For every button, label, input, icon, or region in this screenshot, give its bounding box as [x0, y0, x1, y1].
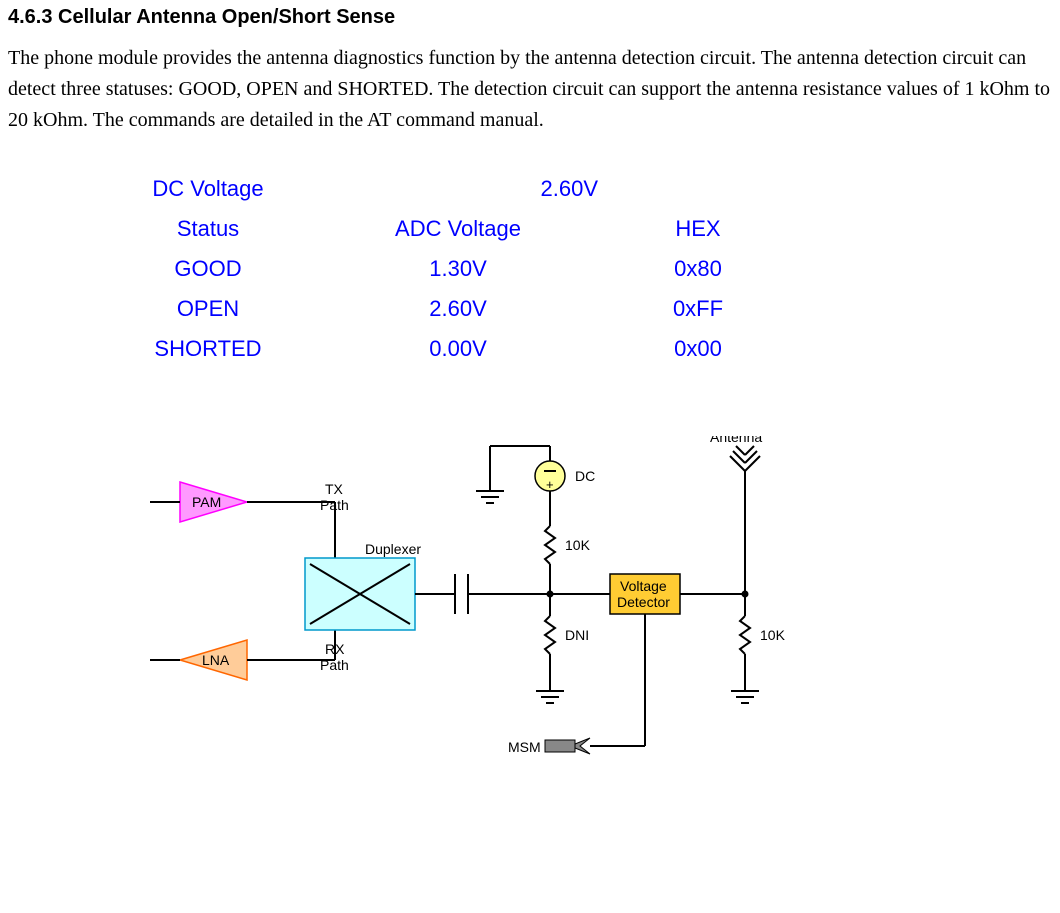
cell-status: SHORTED	[98, 332, 318, 366]
voltage-table: DC Voltage 2.60V Status ADC Voltage HEX …	[98, 172, 1052, 366]
rx-path-label-1: RX	[325, 641, 345, 657]
voltage-detector-icon: Voltage Detector	[610, 574, 680, 614]
section-paragraph: The phone module provides the antenna di…	[8, 43, 1052, 136]
antenna-label: Antenna	[710, 436, 762, 445]
resistor-10k-label: 10K	[565, 537, 591, 553]
resistor-10k-2-icon	[740, 616, 750, 654]
antenna-icon	[730, 446, 760, 471]
pam-amplifier-icon: PAM	[150, 482, 335, 558]
msm-arrow-icon	[545, 738, 590, 754]
table-header-status: Status	[98, 212, 318, 246]
duplexer-label: Duplexer	[365, 541, 421, 557]
svg-text:+: +	[546, 477, 554, 492]
resistor-dni-icon	[545, 616, 555, 654]
voltage-detector-label-2: Detector	[617, 594, 670, 610]
ground-icon	[476, 491, 504, 503]
cell-status: OPEN	[98, 292, 318, 326]
resistor-10k-icon	[545, 526, 555, 564]
voltage-detector-label-1: Voltage	[620, 578, 667, 594]
resistor-10k-2-label: 10K	[760, 627, 786, 643]
capacitor-icon	[455, 574, 468, 614]
ground-icon	[731, 691, 759, 703]
cell-hex: 0xFF	[598, 292, 798, 326]
circuit-diagram: PAM TX Path LNA RX Path Duplexer	[150, 436, 910, 796]
table-col-dc-voltage: DC Voltage	[98, 172, 318, 206]
lna-label: LNA	[202, 652, 230, 668]
duplexer-icon: Duplexer	[305, 541, 421, 630]
rx-path-label-2: Path	[320, 657, 349, 673]
table-value-dc: 2.60V	[318, 172, 638, 206]
ground-icon	[536, 691, 564, 703]
tx-path-label-1: TX	[325, 481, 344, 497]
tx-path-label-2: Path	[320, 497, 349, 513]
table-header-adc: ADC Voltage	[318, 212, 598, 246]
table-row: GOOD 1.30V 0x80	[98, 252, 1052, 286]
section-heading: 4.6.3 Cellular Antenna Open/Short Sense	[8, 2, 1052, 33]
dc-source-icon: +	[535, 461, 565, 492]
cell-adc: 0.00V	[318, 332, 598, 366]
cell-status: GOOD	[98, 252, 318, 286]
pam-label: PAM	[192, 494, 221, 510]
cell-adc: 1.30V	[318, 252, 598, 286]
cell-adc: 2.60V	[318, 292, 598, 326]
table-header-hex: HEX	[598, 212, 798, 246]
cell-hex: 0x00	[598, 332, 798, 366]
lna-amplifier-icon: LNA	[150, 630, 335, 680]
table-row: SHORTED 0.00V 0x00	[98, 332, 1052, 366]
dc-label: DC	[575, 468, 595, 484]
msm-label: MSM	[508, 739, 541, 755]
table-row: OPEN 2.60V 0xFF	[98, 292, 1052, 326]
cell-hex: 0x80	[598, 252, 798, 286]
resistor-dni-label: DNI	[565, 627, 589, 643]
